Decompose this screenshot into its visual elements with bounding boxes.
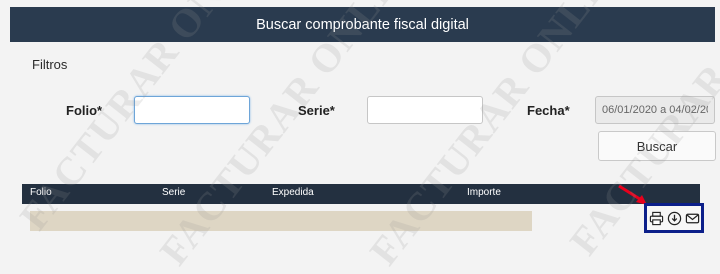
table-row[interactable]	[30, 211, 532, 231]
search-button[interactable]: Buscar	[598, 131, 716, 161]
row-actions-highlight	[644, 203, 704, 233]
page-header: Buscar comprobante fiscal digital	[10, 7, 715, 42]
results-table-header: Folio Serie Expedida Importe	[22, 184, 700, 204]
column-header-importe: Importe	[467, 187, 501, 198]
print-icon[interactable]	[649, 211, 664, 226]
filters-section-label: Filtros	[32, 57, 68, 72]
fecha-range-input[interactable]	[595, 96, 715, 124]
page-title: Buscar comprobante fiscal digital	[256, 16, 469, 33]
serie-label: Serie*	[298, 103, 335, 118]
column-header-expedida: Expedida	[272, 187, 314, 198]
download-icon[interactable]	[667, 211, 682, 226]
folio-label: Folio*	[66, 103, 103, 118]
fecha-label: Fecha*	[527, 103, 570, 118]
column-header-folio: Folio	[30, 187, 52, 198]
email-icon[interactable]	[685, 211, 700, 226]
column-header-serie: Serie	[162, 187, 186, 198]
serie-input[interactable]	[367, 96, 483, 124]
folio-input[interactable]	[134, 96, 250, 124]
